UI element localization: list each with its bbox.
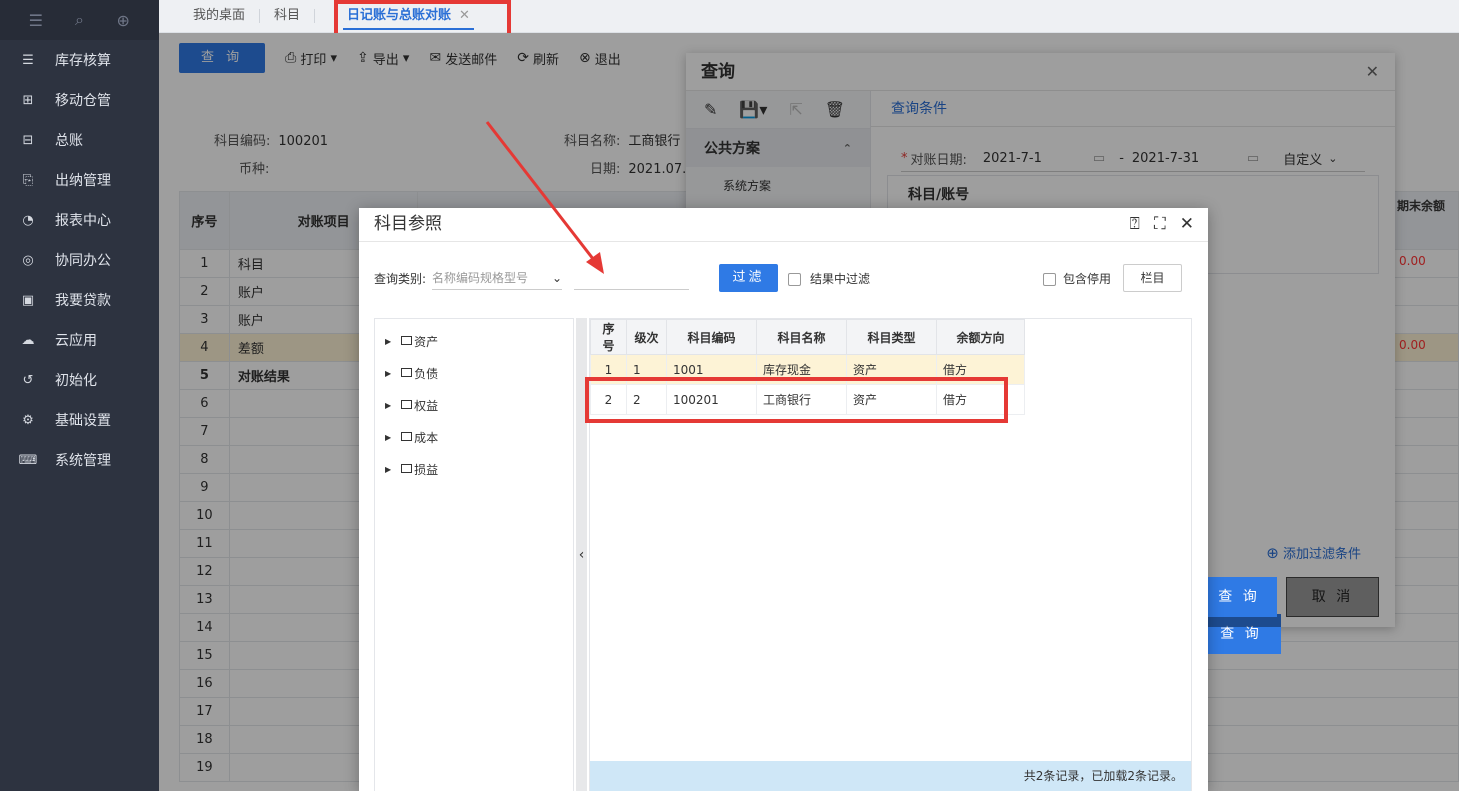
query-type-select[interactable]: 名称编码规格型号 ⌄ (432, 266, 563, 290)
sidebar: ☰ ⌕ ⊕ ☰ 库存核算 ⊞ 移动仓管 ⊟ 总账 ⎘ 出纳管理 ◔ 报表中心 ◎ 协同办公 ▣ 我要贷款 ☁… (0, 0, 159, 791)
folder-icon (401, 463, 413, 473)
ledger-icon: ⊟ (22, 132, 34, 148)
ref-filter-row: 查询类别: 名称编码规格型号 ⌄ 过滤 结果中过滤 包含停用 栏目 (374, 263, 1196, 293)
maximize-icon[interactable]: ⛶ (1154, 208, 1166, 240)
annotation-row-box (585, 377, 1008, 423)
query-ok-shade-fix: 查 询 (1201, 577, 1277, 617)
money-icon: ▣ (21, 292, 35, 308)
subject-reference-dialog: 科目参照 ⍰ ⛶ ✕ 查询类别: 名称编码规格型号 ⌄ 过滤 结果中过滤 包含停用… (359, 208, 1208, 791)
tree-node-label: 成本 (414, 430, 439, 445)
ref-dialog-title: 科目参照 ⍰ ⛶ ✕ (359, 208, 1208, 242)
sidebar-item[interactable]: ▣ 我要贷款 (0, 280, 159, 320)
add-icon[interactable]: ⊕ (113, 10, 133, 30)
sidebar-item[interactable]: ⎘ 出纳管理 (0, 160, 159, 200)
settings-icon: ⚙ (22, 412, 34, 428)
sidebar-item-label: 我要贷款 (55, 293, 111, 309)
chart-pie-icon: ◔ (22, 212, 34, 228)
tree-node-label: 负债 (414, 366, 439, 381)
col-period-end-balance: 期末余额 (1397, 199, 1446, 213)
column-header[interactable]: 级次 (626, 319, 667, 355)
subject-tree: ▶ 资产 ▶ 负债 ▶ 权益 ▶ 成本 ▶ 损益 (374, 318, 574, 791)
caret-right-icon[interactable]: ▶ (385, 465, 391, 474)
menu-icon[interactable]: ☰ (26, 10, 46, 30)
sidebar-item-label: 协同办公 (55, 253, 111, 269)
inventory-icon: ☰ (22, 52, 34, 68)
red-value-1: 0.00 (1399, 254, 1426, 268)
checkbox-icon (1042, 272, 1056, 286)
tree-node-label: 权益 (414, 398, 439, 413)
sidebar-item[interactable]: ⚙ 基础设置 (0, 400, 159, 440)
tab-desktop[interactable]: 我的桌面 (159, 9, 261, 23)
cooperation-icon: ◎ (22, 252, 34, 268)
column-header[interactable]: 余额方向 (936, 319, 1025, 355)
caret-right-icon[interactable]: ▶ (385, 369, 391, 378)
folder-icon (401, 335, 413, 345)
column-header[interactable]: 科目类型 (846, 319, 937, 355)
sidebar-item[interactable]: ⌨ 系统管理 (0, 440, 159, 480)
in-result-label: 结果中过滤 (810, 271, 871, 286)
tree-node-label: 资产 (414, 334, 439, 349)
sidebar-item[interactable]: ☰ 库存核算 (0, 40, 159, 80)
in-result-checkbox[interactable]: 结果中过滤 (788, 270, 870, 287)
chevron-left-icon[interactable]: ‹ (579, 547, 585, 563)
grid-add-icon: ⊞ (22, 92, 34, 108)
cloud-icon: ☁ (21, 332, 35, 348)
cashier-icon: ⎘ (22, 172, 34, 188)
sidebar-item[interactable]: ↺ 初始化 (0, 360, 159, 400)
sidebar-item[interactable]: ◔ 报表中心 (0, 200, 159, 240)
sidebar-item-label: 移动仓管 (55, 93, 111, 109)
sidebar-item-label: 基础设置 (55, 413, 111, 429)
code-monitor-icon: ⌨ (18, 452, 38, 468)
column-header[interactable]: 科目名称 (756, 319, 847, 355)
caret-right-icon[interactable]: ▶ (385, 433, 391, 442)
sidebar-item-label: 云应用 (55, 333, 97, 349)
caret-right-icon[interactable]: ▶ (385, 401, 391, 410)
ref-title-text: 科目参照 (374, 214, 442, 234)
folder-icon (401, 431, 413, 441)
keyword-input[interactable] (574, 266, 690, 290)
sidebar-item[interactable]: ☁ 云应用 (0, 320, 159, 360)
chevron-down-icon: ⌄ (551, 271, 563, 285)
filter-button[interactable]: 过滤 (719, 264, 779, 292)
column-header[interactable]: 科目编码 (666, 319, 757, 355)
sidebar-item-label: 系统管理 (55, 453, 111, 469)
sidebar-item-label: 出纳管理 (55, 173, 111, 189)
sidebar-item[interactable]: ⊟ 总账 (0, 120, 159, 160)
sidebar-item-label: 报表中心 (55, 213, 111, 229)
column-header[interactable]: 序号 (590, 319, 627, 355)
close-icon[interactable]: ✕ (1180, 208, 1194, 240)
sidebar-item-label: 总账 (55, 133, 83, 149)
sidebar-top: ☰ ⌕ ⊕ (0, 0, 159, 40)
sidebar-item-label: 初始化 (55, 373, 97, 389)
reset-icon: ↺ (22, 372, 34, 388)
tree-node[interactable]: ▶ 权益 (375, 389, 573, 421)
search-icon[interactable]: ⌕ (69, 10, 89, 30)
tree-node[interactable]: ▶ 损益 (375, 453, 573, 485)
folder-icon (401, 399, 413, 409)
query-type-label: 查询类别: (374, 271, 427, 286)
ref-title-actions: ⍰ ⛶ ✕ (1130, 208, 1194, 240)
records-footer: 共2条记录，已加载2条记录。 (590, 761, 1191, 791)
caret-right-icon[interactable]: ▶ (385, 337, 391, 346)
sidebar-item[interactable]: ⊞ 移动仓管 (0, 80, 159, 120)
red-value-2: 0.00 (1399, 338, 1426, 352)
tree-node[interactable]: ▶ 成本 (375, 421, 573, 453)
checkbox-icon (788, 272, 802, 286)
sidebar-item-label: 库存核算 (55, 53, 111, 69)
columns-button[interactable]: 栏目 (1123, 264, 1182, 292)
query-type-placeholder: 名称编码规格型号 (432, 271, 529, 285)
include-disabled-label: 包含停用 (1062, 271, 1111, 286)
sidebar-item[interactable]: ◎ 协同办公 (0, 240, 159, 280)
tree-node[interactable]: ▶ 资产 (375, 325, 573, 357)
help-icon[interactable]: ⍰ (1130, 208, 1140, 240)
tab-subject[interactable]: 科目 (260, 9, 316, 23)
include-disabled-checkbox[interactable]: 包含停用 (1042, 270, 1111, 287)
tree-node[interactable]: ▶ 负债 (375, 357, 573, 389)
tree-node-label: 损益 (414, 462, 439, 477)
folder-icon (401, 367, 413, 377)
